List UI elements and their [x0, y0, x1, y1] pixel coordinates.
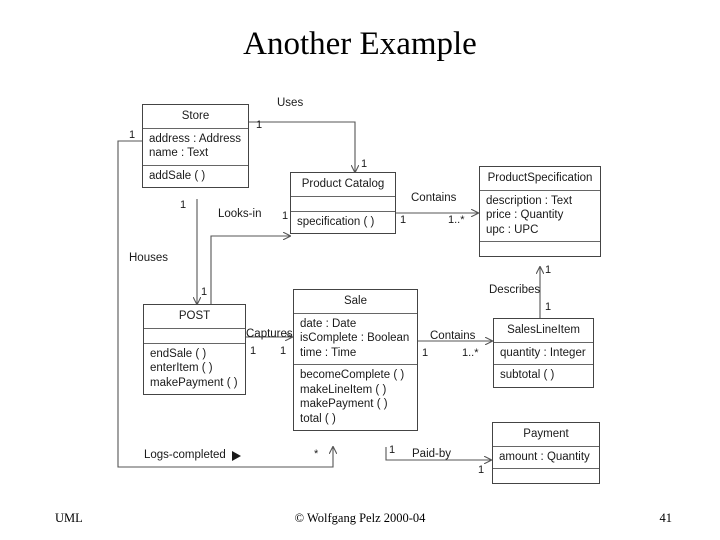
attribute: quantity : Integer — [500, 346, 586, 359]
association-label-logs-completed: Logs-completed — [144, 449, 226, 461]
multiplicity-describes-target: 1 — [545, 264, 552, 276]
class-box-product-catalog[interactable]: Product Catalog specification ( ) — [290, 172, 396, 234]
multiplicity-looks-in-target: 1 — [282, 210, 289, 222]
class-box-sales-line-item[interactable]: SalesLineItem quantity : Integer subtota… — [493, 318, 594, 388]
class-name-sales-line-item: SalesLineItem — [507, 324, 580, 336]
association-label-captures: Captures — [246, 328, 293, 340]
multiplicity-uses-target: 1 — [361, 158, 368, 170]
attribute: date : Date — [300, 317, 357, 330]
multiplicity-houses-target: 1 — [201, 286, 208, 298]
multiplicity-contains-sale-target: 1..* — [462, 347, 479, 359]
operation: makePayment ( ) — [150, 376, 238, 389]
operation: total ( ) — [300, 412, 336, 425]
multiplicity-logs-completed-target: * — [314, 448, 319, 460]
association-label-houses: Houses — [129, 252, 168, 264]
logs-completed-direction-marker — [232, 451, 241, 461]
class-operations-store: addSale ( ) — [143, 164, 248, 188]
class-attributes-store: address : Address name : Text — [143, 127, 248, 165]
class-name-payment: Payment — [523, 428, 569, 440]
class-name-sale: Sale — [343, 295, 368, 307]
class-attributes-payment: amount : Quantity — [493, 445, 599, 469]
footer-page-number: 41 — [659, 511, 673, 525]
attribute: address : Address — [149, 132, 242, 145]
class-attributes-sales-line-item: quantity : Integer — [494, 341, 593, 365]
attribute: isComplete : Boolean — [300, 332, 410, 344]
operation: endSale ( ) — [150, 347, 207, 360]
multiplicity-contains-catalog-source: 1 — [400, 214, 407, 226]
multiplicity-captures-target: 1 — [280, 345, 287, 357]
slide-footer: UML © Wolfgang Pelz 2000-04 41 — [0, 505, 720, 535]
multiplicity-paid-by-source: 1 — [389, 444, 396, 456]
class-attributes-post — [144, 327, 245, 343]
footer-copyright: © Wolfgang Pelz 2000-04 — [294, 511, 426, 525]
class-box-post[interactable]: POST endSale ( ) enterItem ( ) makePayme… — [143, 304, 246, 395]
class-operations-product-specification — [480, 241, 600, 256]
multiplicity-paid-by-target: 1 — [478, 464, 485, 476]
class-box-store[interactable]: Store address : Address name : Text addS… — [142, 104, 249, 188]
attribute: time : Time — [300, 346, 357, 359]
multiplicity-looks-in-source: 1 — [180, 199, 187, 211]
uml-class-diagram: Store address : Address name : Text addS… — [0, 0, 720, 500]
class-attributes-product-catalog — [291, 195, 395, 211]
class-operations-post: endSale ( ) enterItem ( ) makePayment ( … — [144, 342, 245, 395]
operation: makeLineItem ( ) — [300, 383, 387, 396]
association-label-paid-by: Paid-by — [412, 448, 451, 460]
class-operations-payment — [493, 468, 599, 483]
class-operations-sale: becomeComplete ( ) makeLineItem ( ) make… — [294, 364, 417, 430]
association-label-contains-catalog-spec: Contains — [411, 192, 457, 204]
operation: enterItem ( ) — [150, 362, 213, 374]
operation: specification ( ) — [297, 215, 375, 228]
class-operations-product-catalog: specification ( ) — [291, 210, 395, 234]
connector-uses — [249, 121, 355, 172]
class-name-post: POST — [178, 310, 211, 322]
class-operations-sales-line-item: subtotal ( ) — [494, 364, 593, 387]
multiplicity-contains-sale-source: 1 — [422, 347, 429, 359]
class-box-product-specification[interactable]: ProductSpecification description : Text … — [479, 166, 601, 257]
class-name-product-specification: ProductSpecification — [487, 172, 593, 184]
operation: addSale ( ) — [149, 169, 206, 182]
association-label-uses: Uses — [277, 97, 304, 109]
multiplicity-contains-catalog-target: 1..* — [448, 214, 465, 226]
class-box-payment[interactable]: Payment amount : Quantity — [492, 422, 600, 484]
multiplicity-describes-source: 1 — [545, 301, 552, 313]
association-label-contains-sale-line: Contains — [430, 330, 476, 342]
multiplicity-uses-source: 1 — [256, 119, 263, 131]
operation: makePayment ( ) — [300, 398, 388, 410]
association-label-looks-in: Looks-in — [218, 208, 262, 220]
class-name-product-catalog: Product Catalog — [301, 178, 385, 190]
connector-looks-in — [210, 236, 290, 310]
attribute: description : Text — [486, 194, 573, 207]
attribute: amount : Quantity — [499, 450, 590, 463]
class-attributes-sale: date : Date isComplete : Boolean time : … — [294, 312, 417, 365]
class-name-store: Store — [181, 110, 210, 122]
attribute: name : Text — [149, 147, 209, 159]
attribute: upc : UPC — [486, 223, 539, 236]
class-box-sale[interactable]: Sale date : Date isComplete : Boolean ti… — [293, 289, 418, 431]
class-attributes-product-specification: description : Text price : Quantity upc … — [480, 189, 600, 242]
slide-canvas: Another Example Store address: Address … — [0, 0, 720, 540]
operation: becomeComplete ( ) — [300, 369, 405, 381]
attribute: price : Quantity — [486, 209, 564, 221]
association-label-describes: Describes — [489, 284, 541, 296]
multiplicity-houses-source: 1 — [129, 129, 136, 141]
multiplicity-captures-source: 1 — [250, 345, 257, 357]
operation: subtotal ( ) — [500, 369, 555, 381]
